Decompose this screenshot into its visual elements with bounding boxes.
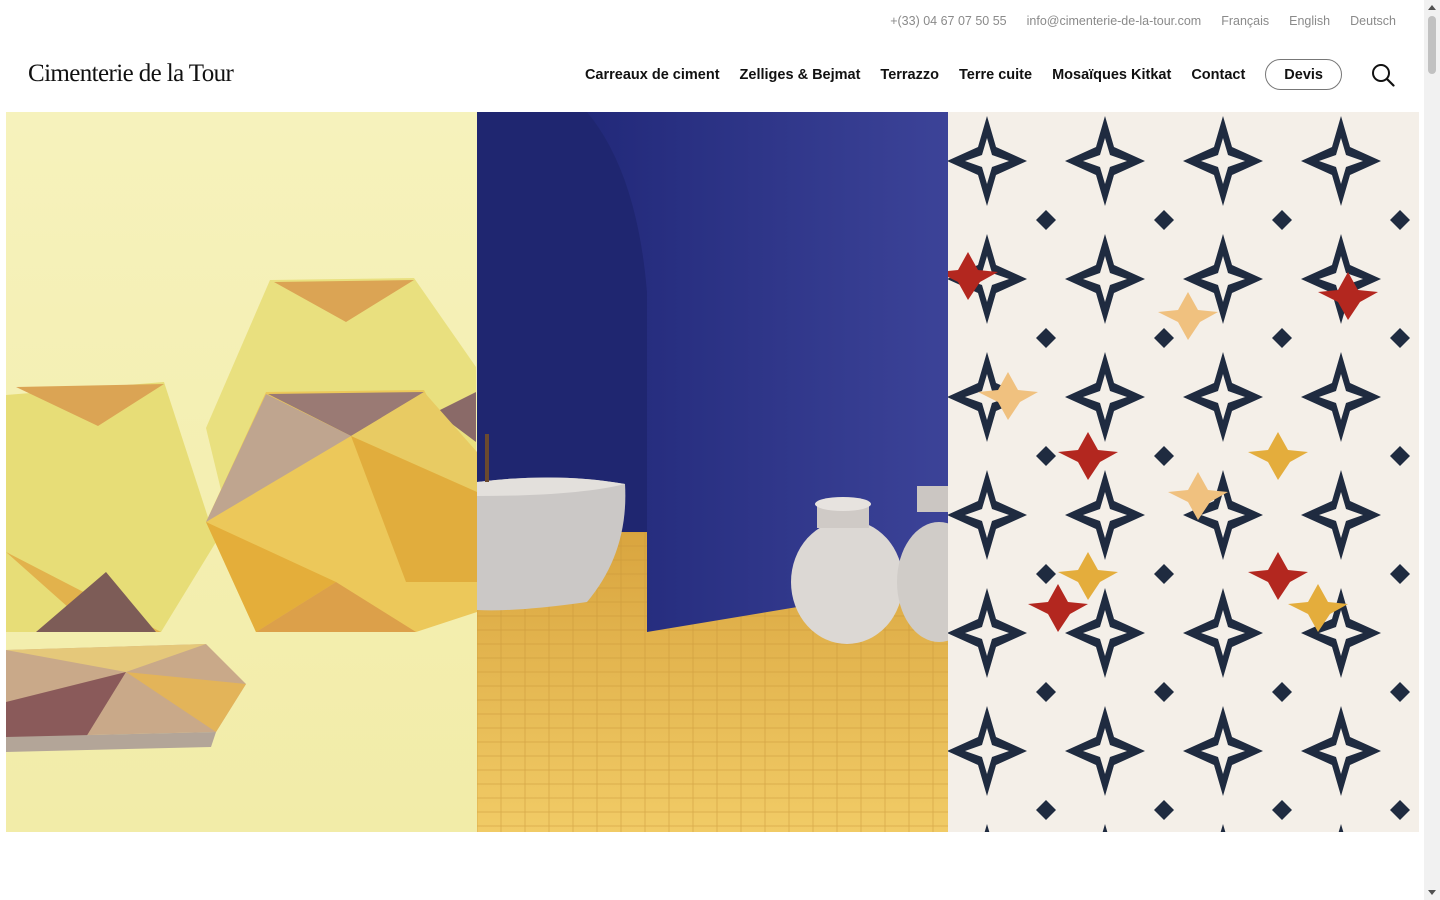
- zellige-bathroom-image: [477, 112, 948, 832]
- scroll-down-icon[interactable]: [1428, 890, 1436, 895]
- hero-gallery: [6, 112, 1419, 832]
- hero-panel-star-pattern[interactable]: [948, 112, 1419, 832]
- star-pattern-image: [948, 112, 1419, 832]
- nav-mosaiques-kitkat[interactable]: Mosaïques Kitkat: [1052, 67, 1171, 83]
- site-header: Cimenterie de la Tour Carreaux de ciment…: [0, 42, 1424, 112]
- language-deutsch[interactable]: Deutsch: [1350, 14, 1396, 28]
- page: +(33) 04 67 07 50 55 info@cimenterie-de-…: [0, 0, 1424, 900]
- main-nav: Carreaux de ciment Zelliges & Bejmat Ter…: [585, 59, 1396, 90]
- language-francais[interactable]: Français: [1221, 14, 1269, 28]
- hero-panel-zellige-bathroom[interactable]: [477, 112, 948, 832]
- search-icon[interactable]: [1370, 62, 1396, 88]
- email-link[interactable]: info@cimenterie-de-la-tour.com: [1027, 14, 1202, 28]
- page-scrollbar[interactable]: [1424, 0, 1440, 900]
- hexagon-tiles-image: [6, 112, 477, 832]
- scroll-thumb[interactable]: [1428, 16, 1436, 74]
- devis-button[interactable]: Devis: [1265, 59, 1342, 90]
- scroll-up-icon[interactable]: [1428, 5, 1436, 10]
- logo[interactable]: Cimenterie de la Tour: [28, 60, 234, 88]
- phone-link[interactable]: +(33) 04 67 07 50 55: [890, 14, 1006, 28]
- nav-contact[interactable]: Contact: [1191, 67, 1245, 83]
- nav-terrazzo[interactable]: Terrazzo: [880, 67, 939, 83]
- utility-bar: +(33) 04 67 07 50 55 info@cimenterie-de-…: [890, 0, 1396, 42]
- nav-terre-cuite[interactable]: Terre cuite: [959, 67, 1032, 83]
- nav-zelliges-bejmat[interactable]: Zelliges & Bejmat: [740, 67, 861, 83]
- nav-carreaux-de-ciment[interactable]: Carreaux de ciment: [585, 67, 720, 83]
- language-english[interactable]: English: [1289, 14, 1330, 28]
- hero-panel-hexagon-tiles[interactable]: [6, 112, 477, 832]
